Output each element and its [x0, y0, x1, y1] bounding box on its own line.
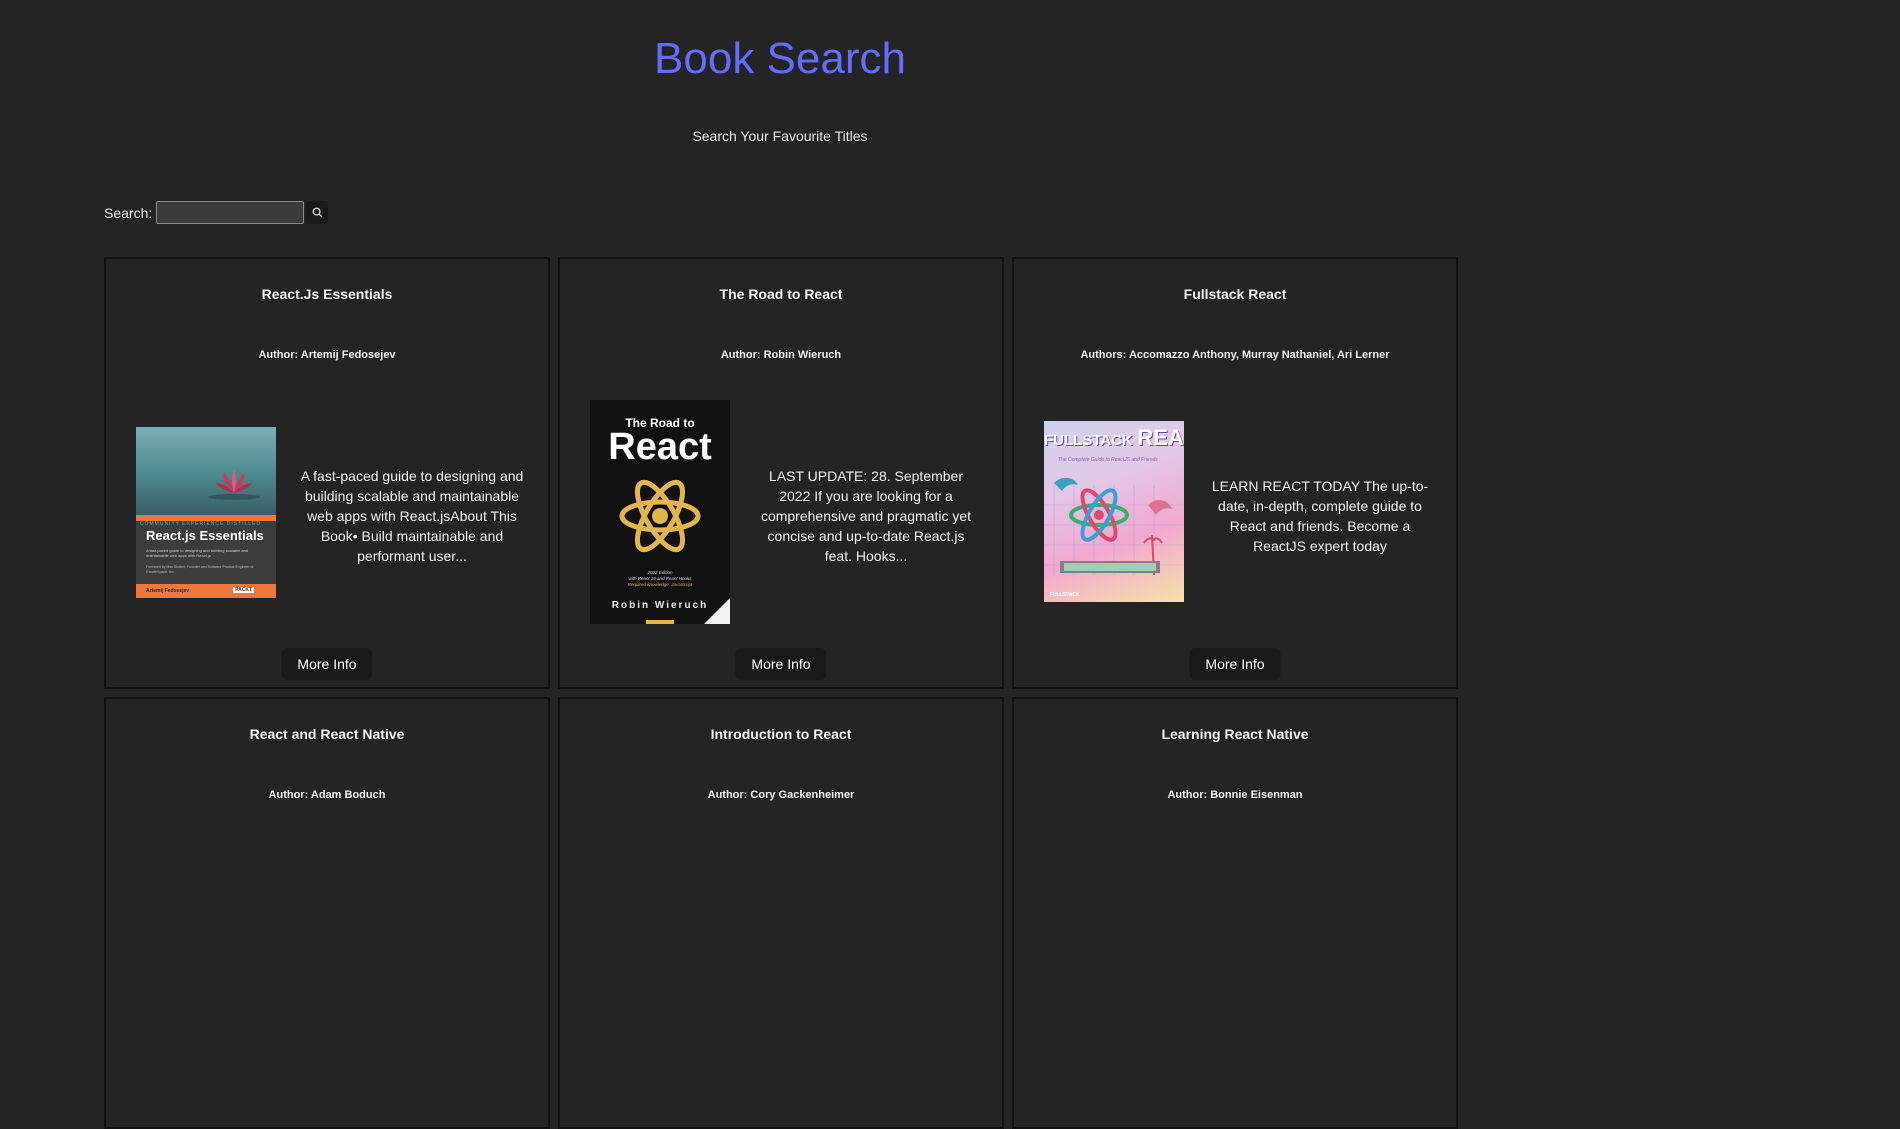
search-bar: Search: — [104, 201, 329, 224]
book-title: Fullstack React — [1183, 286, 1287, 302]
cover-publisher: PACKT — [233, 587, 254, 593]
cover-artwork — [136, 427, 276, 515]
book-title: React and React Native — [249, 726, 405, 742]
book-title: The Road to React — [719, 286, 843, 302]
book-cover: Community Experience Distilled React.js … — [136, 427, 276, 598]
book-description: LEARN REACT TODAY The up-to-date, in-dep… — [1211, 478, 1429, 554]
cover-page-curl — [704, 598, 730, 624]
search-label: Search: — [104, 204, 153, 221]
book-card: React.Js Essentials Author: Artemij Fedo… — [104, 257, 550, 689]
cover-title-line2: React — [608, 426, 712, 468]
book-grid: React.Js Essentials Author: Artemij Fedo… — [104, 257, 1458, 1129]
cover-title: FULLSTACK REACT — [1044, 425, 1184, 451]
book-title: React.Js Essentials — [261, 286, 393, 302]
book-card: Fullstack React Authors: Accomazzo Antho… — [1012, 257, 1458, 689]
lotus-flower-icon — [208, 469, 260, 500]
cover-tagline: A fast-paced guide to designing and buil… — [146, 548, 249, 558]
cover-title-line2: REACT — [1137, 425, 1184, 450]
cover-footer: Artemij Fedosejev PACKT — [136, 584, 276, 598]
cover-publisher: FULLSTACK — [1050, 592, 1080, 598]
book-title: Learning React Native — [1161, 726, 1309, 742]
book-card: React and React Native Author: Adam Bodu… — [104, 697, 550, 1129]
cover-edition-sub: with React 18 and React Hooks — [628, 576, 692, 581]
cover-subtitle: The Complete Guide to ReactJS and Friend… — [1058, 457, 1158, 463]
more-info-button[interactable]: More Info — [281, 648, 373, 680]
book-author: Author: Robin Wieruch — [720, 349, 842, 361]
book-author: Authors: Accomazzo Anthony, Murray Natha… — [1080, 349, 1390, 361]
cover-bookmark — [646, 620, 674, 624]
cover-title-line1: FULLSTACK — [1044, 432, 1133, 449]
book-cover: FULLSTACK REACT The Complete Guide to Re… — [1044, 421, 1184, 602]
page-title: Book Search — [654, 34, 906, 83]
search-icon — [312, 207, 323, 218]
page-subtitle: Search Your Favourite Titles — [692, 128, 868, 144]
book-cover: The Road to React 2022 Edition with Reac… — [590, 400, 730, 624]
cover-author: Artemij Fedosejev — [146, 588, 190, 594]
cover-required: Required knowledge: JavaScript — [627, 582, 693, 587]
book-author: Author: Bonnie Eisenman — [1167, 789, 1303, 801]
search-input[interactable] — [156, 201, 305, 224]
book-title: Introduction to React — [710, 726, 852, 742]
cover-foreword: Foreword by Max Stoiber, Founder and Sof… — [146, 565, 254, 574]
book-card: Introduction to React Author: Cory Gacke… — [558, 697, 1004, 1129]
book-card: Learning React Native Author: Bonnie Eis… — [1012, 697, 1458, 1129]
book-author: Author: Cory Gackenheimer — [707, 789, 855, 801]
cover-artwork — [1044, 477, 1184, 576]
more-info-button[interactable]: More Info — [1189, 648, 1281, 680]
more-info-button[interactable]: More Info — [735, 648, 827, 680]
book-description: LAST UPDATE: 28. September 2022 If you a… — [760, 468, 972, 564]
cover-series: Community Experience Distilled — [140, 521, 262, 527]
search-button[interactable] — [306, 201, 329, 224]
react-logo-icon — [619, 479, 701, 553]
cover-title: React.js Essentials — [146, 528, 264, 543]
book-author: Author: Adam Boduch — [268, 789, 386, 801]
book-card: The Road to React Author: Robin Wieruch … — [558, 257, 1004, 689]
cover-edition: 2022 Edition — [647, 570, 673, 575]
book-author: Author: Artemij Fedosejev — [258, 349, 396, 361]
book-description: A fast-paced guide to designing and buil… — [300, 468, 524, 564]
